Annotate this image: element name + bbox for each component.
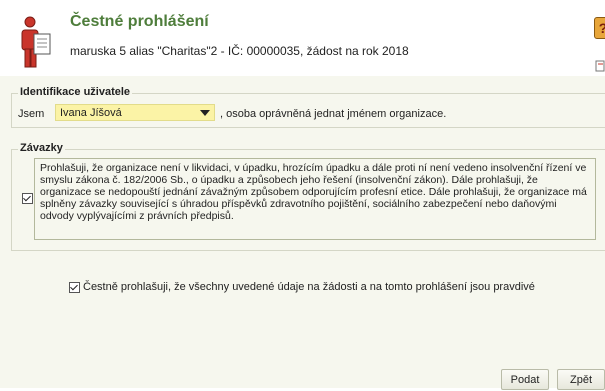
zavazky-section: Závazky Prohlašuji, že organizace není v… [11,142,605,251]
podat-button[interactable]: Podat [501,369,549,390]
user-select[interactable]: Ivana Jíšová [55,104,215,121]
zavazky-text: Prohlašuji, že organizace není v likvida… [40,162,587,222]
person-document-icon [21,16,51,68]
user-select-value: Ivana Jíšová [60,107,122,119]
zpet-button[interactable]: Zpět [557,369,605,390]
zavazky-checkbox[interactable] [22,193,33,204]
form-body: Identifikace uživatele Jsem Ivana Jíšová… [0,76,605,390]
print-icon[interactable] [595,60,605,72]
page-header: Čestné prohlášení maruska 5 alias "Chari… [0,0,605,76]
help-icon[interactable]: ? [594,17,605,39]
page-title: Čestné prohlášení [70,13,209,30]
zavazky-legend: Závazky [18,142,65,154]
chevron-down-icon[interactable] [200,110,210,116]
identifikace-section: Identifikace uživatele Jsem Ivana Jíšová… [11,86,605,128]
cestne-checkbox[interactable] [69,282,80,293]
jsem-label: Jsem [18,108,45,120]
page-subtitle: maruska 5 alias "Charitas"2 - IČ: 000000… [70,44,409,58]
zavazky-text-box: Prohlašuji, že organizace není v likvida… [34,158,596,240]
identifikace-suffix: , osoba oprávněná jednat jménem organiza… [220,108,447,120]
identifikace-legend: Identifikace uživatele [18,86,133,98]
cestne-label: Čestně prohlašuji, že všechny uvedené úd… [83,281,535,293]
